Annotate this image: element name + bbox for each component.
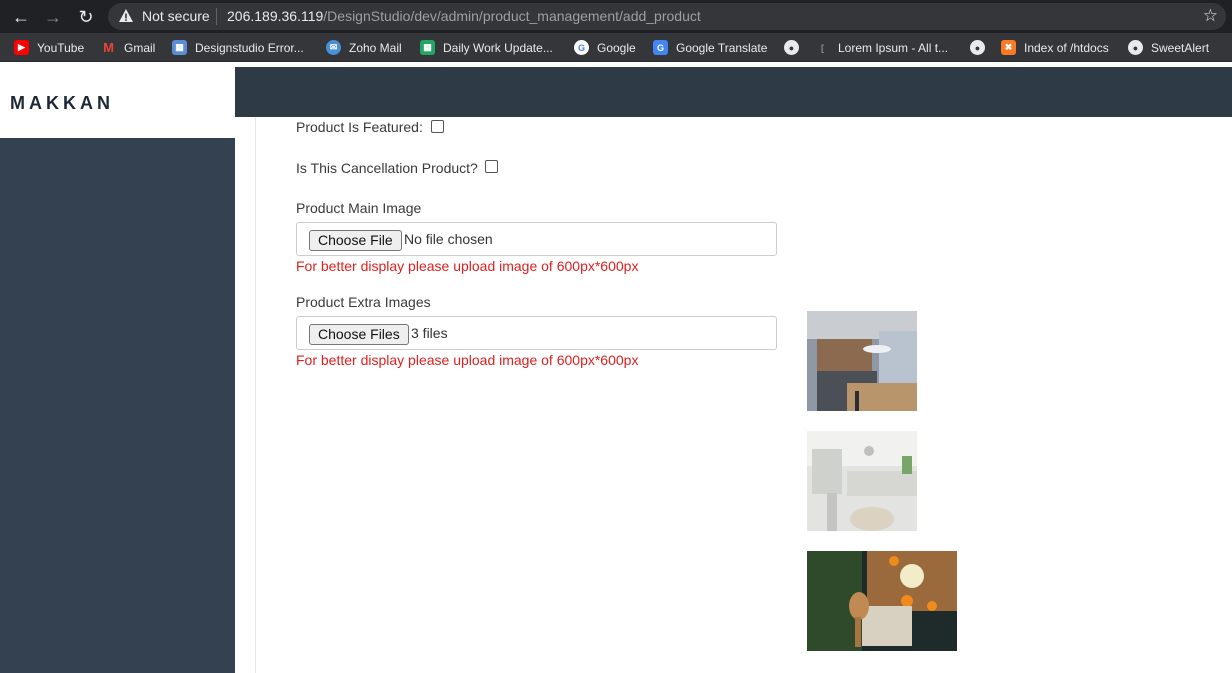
- gmail-icon: M: [103, 40, 114, 55]
- bookmark-label: Google Translate: [676, 40, 768, 55]
- bookmark-lorem-ipsum[interactable]: [ Lorem Ipsum - All t...: [815, 39, 948, 56]
- featured-checkbox[interactable]: [431, 120, 444, 133]
- document-icon: ▦: [172, 40, 187, 55]
- bookmark-label: YouTube: [37, 40, 85, 55]
- bookmark-label: Index of /htdocs: [1024, 40, 1109, 55]
- cancellation-label: Is This Cancellation Product?: [296, 160, 478, 176]
- bookmark-zoho-mail[interactable]: ✉ Zoho Mail: [326, 39, 402, 56]
- bookmark-daily-work[interactable]: ▦ Daily Work Update...: [420, 39, 553, 56]
- address-divider: [216, 8, 217, 25]
- main-image-hint: For better display please upload image o…: [296, 258, 639, 274]
- bookmark-label: Google: [597, 40, 636, 55]
- main-image-file-input[interactable]: Choose File No file chosen: [296, 222, 777, 256]
- zoho-mail-icon: ✉: [326, 40, 341, 55]
- youtube-icon: ▶: [14, 40, 29, 55]
- globe-icon: ●: [1128, 40, 1143, 55]
- globe-icon: ●: [970, 40, 985, 55]
- bookmark-label: Lorem Ipsum - All t...: [838, 40, 949, 55]
- address-bar[interactable]: Not secure 206.189.36.119/DesignStudio/d…: [108, 3, 1226, 30]
- globe-icon: ●: [784, 40, 799, 55]
- main-image-label: Product Main Image: [296, 200, 422, 216]
- content-divider: [255, 117, 256, 673]
- sheets-icon: ▦: [420, 40, 435, 55]
- bookmark-label: Designstudio Error...: [195, 40, 304, 55]
- url-text[interactable]: 206.189.36.119/DesignStudio/dev/admin/pr…: [227, 8, 701, 24]
- kitchen-white-image: [807, 431, 917, 531]
- back-arrow-icon[interactable]: ←: [10, 6, 32, 28]
- top-navbar: [235, 67, 1232, 117]
- url-path: /DesignStudio/dev/admin/product_manageme…: [323, 8, 701, 24]
- bookmark-label: Zoho Mail: [349, 40, 402, 55]
- bookmark-label: Daily Work Update...: [443, 40, 553, 55]
- bookmark-star-icon[interactable]: ☆: [1203, 6, 1218, 26]
- bookmark-google[interactable]: G Google: [574, 39, 636, 56]
- browser-toolbar: ← → ↻ Not secure 206.189.36.119/DesignSt…: [0, 0, 1232, 33]
- sidebar: [0, 138, 235, 673]
- extra-images-hint: For better display please upload image o…: [296, 352, 639, 368]
- bookmark-youtube[interactable]: ▶ YouTube: [14, 39, 84, 56]
- choose-file-button[interactable]: Choose File: [309, 230, 402, 251]
- google-icon: G: [574, 40, 589, 55]
- bookmark-designstudio[interactable]: ▦ Designstudio Error...: [172, 39, 304, 56]
- featured-label: Product Is Featured:: [296, 119, 423, 135]
- file-status: No file chosen: [404, 231, 493, 247]
- bookmark-label: SweetAlert: [1151, 40, 1210, 55]
- bookmark-globe[interactable]: ●: [784, 39, 807, 56]
- security-status[interactable]: Not secure: [142, 8, 210, 24]
- bookmark-icon: [: [821, 42, 824, 53]
- extra-images-file-input[interactable]: Choose Files 3 files: [296, 316, 777, 350]
- url-host: 206.189.36.119: [227, 8, 324, 24]
- brand-area: MAKKAN: [0, 67, 235, 138]
- translate-icon: G: [653, 40, 668, 55]
- xampp-icon: ✖: [1001, 40, 1016, 55]
- extra-image-preview: [807, 311, 917, 411]
- cancellation-checkbox[interactable]: [485, 160, 498, 173]
- kitchen-dark-image: [807, 311, 917, 411]
- bookmark-label: Gmail: [124, 40, 156, 55]
- extra-images-label: Product Extra Images: [296, 294, 431, 310]
- food-table-image: [807, 551, 957, 651]
- file-status: 3 files: [411, 325, 448, 341]
- bookmark-sweetalert[interactable]: ● SweetAlert: [1128, 39, 1209, 56]
- brand-logo[interactable]: MAKKAN: [10, 93, 114, 114]
- bookmark-google-translate[interactable]: G Google Translate: [653, 39, 767, 56]
- warning-icon[interactable]: [118, 8, 134, 24]
- extra-image-preview: [807, 431, 917, 531]
- choose-files-button[interactable]: Choose Files: [309, 324, 409, 345]
- forward-arrow-icon[interactable]: →: [42, 6, 64, 28]
- bookmark-globe[interactable]: ●: [970, 39, 993, 56]
- bookmark-gmail[interactable]: M Gmail: [101, 39, 155, 56]
- extra-image-preview: [807, 551, 957, 651]
- reload-icon[interactable]: ↻: [75, 6, 97, 28]
- bookmarks-bar: ▶ YouTube M Gmail ▦ Designstudio Error..…: [0, 33, 1232, 62]
- bookmark-htdocs[interactable]: ✖ Index of /htdocs: [1001, 39, 1109, 56]
